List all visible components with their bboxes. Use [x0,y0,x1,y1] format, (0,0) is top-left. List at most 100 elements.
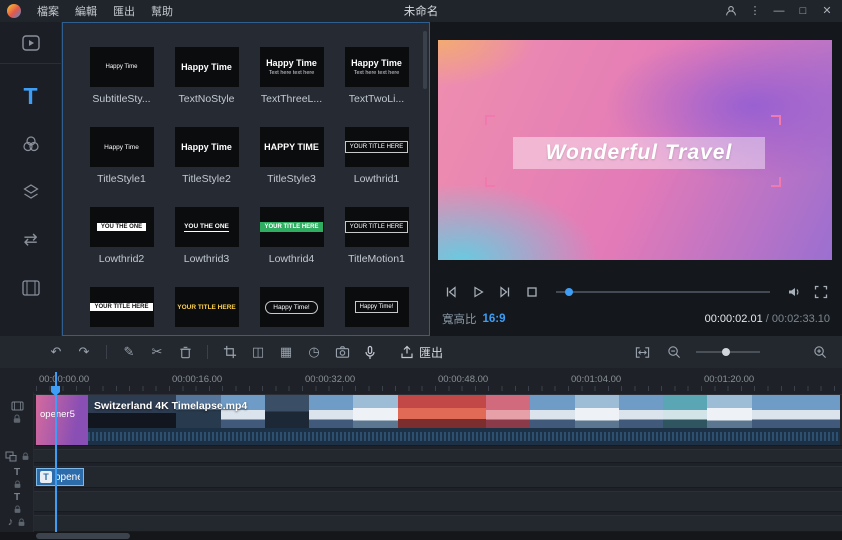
minimize-button[interactable]: — [768,0,790,22]
template-lowthrid4[interactable]: YOUR TITLE HERE Lowthrid4 [249,207,334,287]
zoom-out-icon[interactable] [664,342,684,362]
pip-track[interactable] [34,449,842,463]
duration-icon[interactable]: ◷ [304,342,324,362]
sidebar-item-transitions[interactable]: ⇄ [0,216,61,264]
template-lowthrid1[interactable]: YOUR TITLE HERE Lowthrid1 [334,127,419,207]
text-track-2[interactable] [34,491,842,512]
timeline-hscrollbar-thumb[interactable] [36,533,130,539]
clip-text-opener[interactable]: T opene [36,468,84,486]
selection-corner-icon[interactable] [770,114,781,125]
fit-timeline-icon[interactable] [632,342,652,362]
timeline-section: ↶ ↷ ✎ ✂ ◫ ▦ ◷ 匯出 00:00:00.00 00:00:16.00… [0,336,842,540]
fullscreen-icon[interactable] [812,283,830,301]
template-thumbnail: Happy Time! [344,287,409,327]
clip-opener5[interactable]: opener5 [36,395,88,445]
templates-scrollbar[interactable] [423,31,427,89]
selection-corner-icon[interactable] [485,176,496,187]
selection-corner-icon[interactable] [770,176,781,187]
export-button[interactable]: 匯出 [400,344,443,361]
previous-frame-icon[interactable] [442,283,460,301]
close-button[interactable]: ✕ [816,0,838,22]
text-track-2-header[interactable]: T [0,493,34,514]
maximize-button[interactable]: □ [792,0,814,22]
split-screen-icon[interactable]: ◫ [248,342,268,362]
ruler-label: 00:01:04.00 [571,374,622,385]
sidebar-item-elements[interactable] [0,264,61,312]
template-titlestyle3[interactable]: HAPPY TIME TitleStyle3 [249,127,334,207]
template-preview-text: YOUR TITLE HERE [344,221,409,233]
template-thumbnail: YOUR TITLE HERE [344,127,409,167]
video-track[interactable]: opener5 Switzerland 4K Timelapse.mp4 [34,394,842,446]
title-overlay-band[interactable]: Wonderful Travel [512,136,766,169]
stop-icon[interactable] [523,283,541,301]
timeline-ruler[interactable]: 00:00:00.00 00:00:16.00 00:00:32.00 00:0… [0,370,842,392]
template-titlestyle1[interactable]: Happy Time TitleStyle1 [79,127,164,207]
zoom-slider-handle[interactable] [721,348,730,356]
clip-label: opener5 [40,409,75,420]
template-lowthrid3[interactable]: YOU THE ONE Lowthrid3 [164,207,249,287]
menu-file[interactable]: 檔案 [29,3,67,19]
mosaic-icon[interactable]: ▦ [276,342,296,362]
template-textthreelines[interactable]: Happy Time Text here text here TextThree… [249,47,334,127]
template-textnostyle[interactable]: Happy Time TextNoStyle [164,47,249,127]
lock-icon[interactable] [13,480,22,489]
seek-handle[interactable] [564,288,573,296]
timeline-hscrollbar[interactable] [0,532,842,540]
more-menu-icon[interactable]: ⋮ [744,0,766,22]
video-track-header[interactable] [0,400,34,424]
undo-icon[interactable]: ↶ [46,342,66,362]
template-row4-4[interactable]: Happy Time! [334,287,419,335]
aspect-ratio-value[interactable]: 16:9 [483,313,506,325]
text-track-header[interactable]: T [0,468,34,489]
seek-slider[interactable] [556,288,770,296]
playhead[interactable] [51,372,60,532]
audio-track[interactable] [34,515,842,532]
crop-icon[interactable] [220,342,240,362]
cut-icon[interactable]: ✂ [147,342,167,362]
zoom-in-icon[interactable] [810,342,830,362]
lock-icon[interactable] [17,518,26,527]
template-row4-3[interactable]: Happy Time! [249,287,334,335]
template-row4-2[interactable]: YOUR TITLE HERE [164,287,249,335]
sidebar-item-filters[interactable] [0,120,61,168]
template-row4-1[interactable]: YOUR TITLE HERE [79,287,164,335]
next-frame-icon[interactable] [496,283,514,301]
sidebar-item-overlays[interactable] [0,168,61,216]
menu-export[interactable]: 匯出 [105,3,143,19]
lock-icon[interactable] [13,505,22,514]
trash-icon[interactable] [175,342,195,362]
text-track[interactable]: T opene [34,466,842,488]
zoom-slider[interactable] [696,348,760,356]
pip-track-header[interactable] [0,451,34,462]
edit-icon[interactable]: ✎ [119,342,139,362]
template-titlemotion1[interactable]: YOUR TITLE HERE TitleMotion1 [334,207,419,287]
snapshot-icon[interactable] [332,342,352,362]
volume-icon[interactable] [785,283,803,301]
timecode-current: 00:00:02.01 [704,313,763,325]
voiceover-mic-icon[interactable] [360,342,380,362]
audio-track-header[interactable]: ♪ [0,517,34,528]
lock-icon[interactable] [12,414,22,424]
sidebar-item-media[interactable] [0,22,61,64]
overlays-icon [22,184,39,199]
template-subtitlestyle[interactable]: Happy Time SubtitleSty... [79,47,164,127]
title-overlay-text[interactable]: Wonderful Travel [546,141,733,165]
account-icon[interactable] [720,0,742,22]
redo-icon[interactable]: ↷ [74,342,94,362]
menu-help[interactable]: 幫助 [143,3,181,19]
clip-label: Switzerland 4K Timelapse.mp4 [94,400,248,412]
template-titlestyle2[interactable]: Happy Time TitleStyle2 [164,127,249,207]
template-texttwolines[interactable]: Happy Time Text here text here TextTwoLi… [334,47,419,127]
template-preview-text: YOUR TITLE HERE [90,303,153,311]
video-preview[interactable]: Wonderful Travel [438,40,832,260]
template-lowthrid2[interactable]: YOU THE ONE Lowthrid2 [79,207,164,287]
filters-icon [22,136,39,152]
template-thumbnail: YOUR TITLE HERE [89,287,154,327]
sidebar-item-text[interactable]: T [0,72,61,120]
clip-switzerland[interactable]: Switzerland 4K Timelapse.mp4 [88,395,840,445]
menu-edit[interactable]: 編輯 [67,3,105,19]
ruler-label: 00:00:16.00 [172,374,223,385]
lock-icon[interactable] [21,452,30,461]
play-icon[interactable] [469,283,487,301]
selection-corner-icon[interactable] [485,114,496,125]
